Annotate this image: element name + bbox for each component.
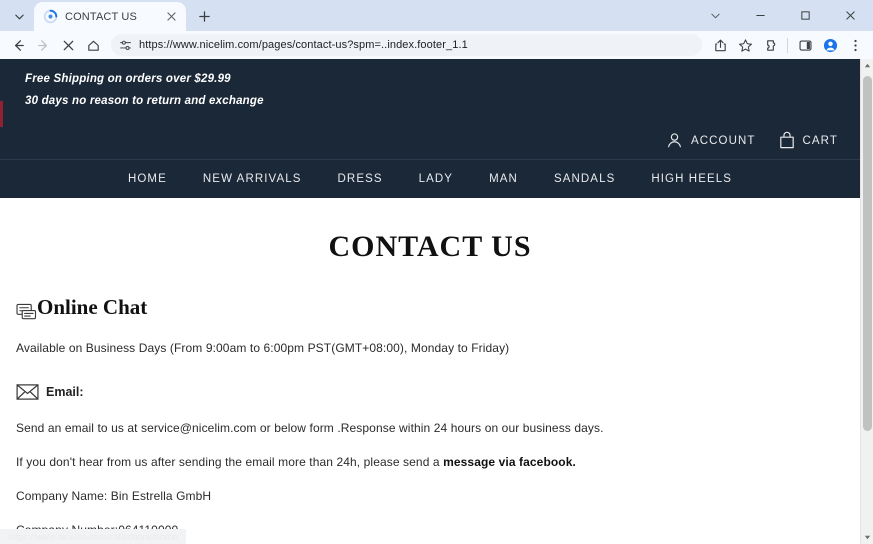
status-bubble-url: https://www.nicelim.com/collections/home — [8, 531, 178, 542]
browser-tab[interactable]: CONTACT US — [34, 2, 186, 31]
email-instructions-text: Send an email to us at service@nicelim.c… — [16, 421, 604, 435]
tab-title: CONTACT US — [65, 10, 137, 23]
chat-availability-text: Available on Business Days (From 9:00am … — [16, 341, 510, 355]
forward-arrow-icon — [37, 39, 47, 51]
chevron-down-icon — [711, 13, 720, 19]
page-viewport: Free Shipping on orders over $29.99 30 d… — [0, 59, 873, 544]
chevron-down-icon — [14, 14, 24, 19]
shopping-bag-icon — [779, 131, 794, 149]
facebook-fallback-text: If you don't hear from us after sending … — [16, 456, 844, 468]
back-arrow-icon — [14, 39, 24, 51]
chat-bubble-icon — [16, 303, 37, 321]
window-close-button[interactable] — [828, 0, 873, 31]
scroll-up-arrow-icon — [864, 63, 870, 68]
main-navigation: HOME NEW ARRIVALS DRESS LADY MAN SANDALS… — [0, 160, 860, 198]
side-panel-icon — [799, 39, 812, 51]
promo-banner: Free Shipping on orders over $29.99 30 d… — [0, 59, 860, 122]
share-button[interactable] — [708, 33, 732, 57]
loading-spinner-icon — [43, 9, 58, 24]
tune-sliders-icon — [120, 40, 131, 50]
nav-item-dress[interactable]: DRESS — [320, 173, 401, 185]
back-button[interactable] — [6, 33, 30, 57]
window-minimize-button[interactable] — [738, 0, 783, 31]
accent-stripe — [0, 101, 3, 127]
browser-toolbar: https://www.nicelim.com/pages/contact-us… — [0, 31, 873, 59]
nav-item-sandals[interactable]: SANDALS — [536, 173, 633, 185]
tab-close-button[interactable] — [163, 8, 180, 25]
email-heading-row: Email: — [16, 382, 844, 400]
profile-button[interactable] — [818, 33, 842, 57]
facebook-message-link[interactable]: message via facebook. — [443, 455, 576, 469]
page-title: CONTACT US — [328, 230, 532, 263]
nav-item-high-heels[interactable]: HIGH HEELS — [633, 173, 750, 185]
profile-avatar-icon — [823, 38, 837, 52]
scroll-down-button[interactable] — [861, 531, 873, 544]
scroll-up-button[interactable] — [861, 59, 873, 72]
online-chat-heading: Online Chat — [37, 295, 148, 319]
page-scrollbar[interactable] — [860, 59, 873, 544]
maximize-icon — [801, 11, 810, 20]
person-icon — [667, 133, 681, 148]
web-page: Free Shipping on orders over $29.99 30 d… — [0, 59, 860, 544]
browser-menu-button[interactable] — [843, 33, 867, 57]
new-tab-button[interactable] — [191, 3, 217, 29]
close-icon — [167, 12, 176, 21]
address-bar-url: https://www.nicelim.com/pages/contact-us… — [139, 39, 468, 51]
share-icon — [714, 39, 726, 51]
nav-item-man[interactable]: MAN — [471, 173, 536, 185]
bookmark-button[interactable] — [733, 33, 757, 57]
three-dot-menu-icon — [853, 39, 857, 51]
scrollbar-thumb[interactable] — [863, 76, 872, 431]
envelope-icon — [16, 383, 40, 401]
star-icon — [738, 38, 752, 52]
scroll-down-arrow-icon — [864, 535, 870, 540]
minimize-icon — [756, 14, 765, 17]
promo-line-shipping: Free Shipping on orders over $29.99 — [25, 73, 231, 85]
close-icon — [846, 11, 855, 20]
site-header: Free Shipping on orders over $29.99 30 d… — [0, 59, 860, 198]
side-panel-button[interactable] — [793, 33, 817, 57]
email-heading: Email: — [46, 384, 84, 399]
plus-icon — [198, 10, 210, 22]
nav-item-new-arrivals[interactable]: NEW ARRIVALS — [185, 173, 320, 185]
stop-x-icon — [63, 40, 73, 50]
home-icon — [87, 40, 99, 51]
scrollbar-track[interactable] — [861, 72, 873, 531]
window-more-button[interactable] — [693, 0, 738, 31]
tab-search-button[interactable] — [6, 3, 32, 29]
address-bar[interactable]: https://www.nicelim.com/pages/contact-us… — [111, 34, 702, 56]
tab-strip: CONTACT US — [0, 0, 873, 31]
account-link[interactable]: ACCOUNT — [665, 131, 756, 150]
page-content: CONTACT US Online Chat Available on Busi… — [0, 198, 860, 544]
status-bubble: https://www.nicelim.com/collections/home — [0, 529, 186, 544]
extensions-button[interactable] — [758, 33, 782, 57]
forward-button[interactable] — [31, 33, 55, 57]
browser-window: CONTACT US https://www.nicelim.com/pages… — [0, 0, 873, 544]
extensions-puzzle-icon — [766, 39, 775, 51]
nav-item-lady[interactable]: LADY — [401, 173, 471, 185]
account-label: ACCOUNT — [690, 134, 756, 147]
home-button[interactable] — [81, 33, 105, 57]
toolbar-divider — [787, 37, 788, 53]
stop-loading-button[interactable] — [56, 33, 80, 57]
nav-item-home[interactable]: HOME — [110, 173, 185, 185]
promo-line-returns: 30 days no reason to return and exchange — [25, 95, 264, 107]
cart-link[interactable]: CART — [778, 131, 839, 150]
window-maximize-button[interactable] — [783, 0, 828, 31]
window-controls — [693, 0, 873, 31]
online-chat-heading-row: Online Chat — [16, 295, 844, 321]
cart-label: CART — [802, 134, 838, 147]
account-cart-row: ACCOUNT CART — [0, 122, 860, 159]
facebook-fallback-prefix: If you don't hear from us after sending … — [16, 455, 444, 469]
company-name-text: Company Name: Bin Estrella GmbH — [16, 489, 212, 503]
